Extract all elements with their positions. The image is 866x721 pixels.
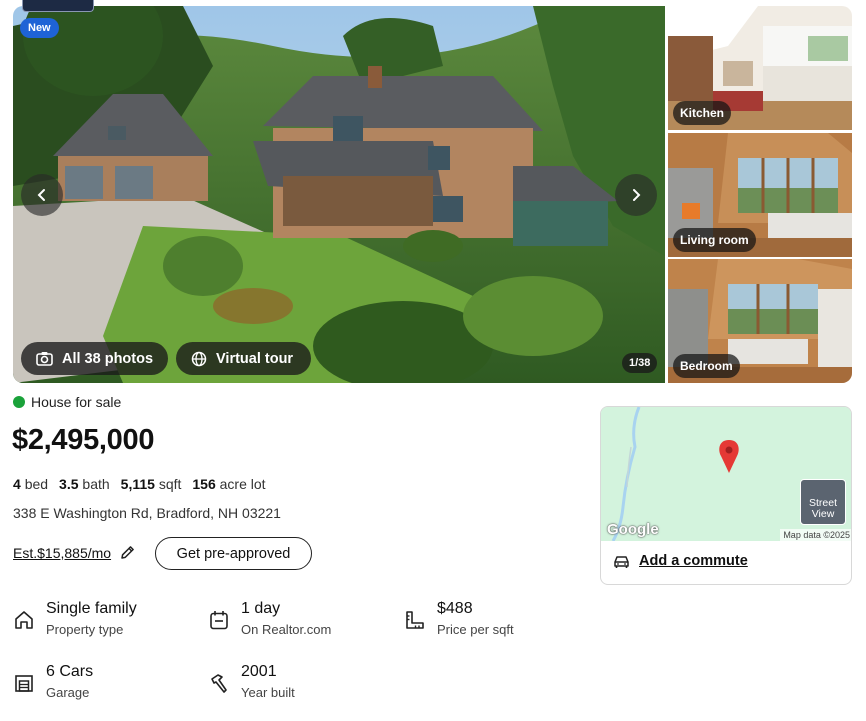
fact-value: 2001: [241, 663, 277, 680]
street-view-label: Street View: [808, 497, 837, 520]
baths-spec: 3.5 bath: [59, 476, 110, 492]
fact-value: Single family: [46, 600, 137, 617]
hammer-icon: [211, 674, 227, 693]
fact-price-per-sqft: $488 Price per sqft: [404, 599, 514, 638]
lot-value: 156: [192, 476, 216, 492]
brokerage-logo: [22, 0, 94, 12]
sqft-unit: sqft: [158, 476, 182, 492]
beds-value: 4: [13, 476, 21, 492]
thumbnail-label: Bedroom: [673, 354, 740, 378]
calendar-icon: [210, 611, 228, 630]
map-card: Street View Google Map data ©2025 Add a …: [600, 406, 852, 585]
street-view-button[interactable]: Street View: [800, 479, 846, 525]
listing-status: House for sale: [13, 394, 121, 410]
fact-label: Garage: [46, 685, 90, 700]
all-photos-button[interactable]: All 38 photos: [21, 342, 168, 375]
fact-label: Property type: [46, 622, 124, 637]
google-logo: Google: [607, 521, 659, 538]
thumbnail-label: Living room: [673, 228, 756, 252]
photo-gallery: New All 38 photos Virtual tour 1/38 Kitc…: [13, 0, 852, 383]
chevron-left-icon: [37, 189, 45, 201]
thumbnail-label: Kitchen: [673, 101, 732, 125]
beds-unit: bed: [24, 476, 49, 492]
fact-year-built: 2001 Year built: [208, 662, 295, 701]
map-attribution: Map data ©2025: [780, 529, 851, 541]
add-commute-link[interactable]: Add a commute: [613, 553, 748, 569]
previous-photo-button[interactable]: [21, 174, 63, 216]
monthly-estimate-link[interactable]: Est.$15,885/mo: [13, 545, 111, 561]
get-pre-approved-button[interactable]: Get pre-approved: [155, 537, 312, 570]
pencil-icon[interactable]: [119, 544, 136, 561]
lot-spec: 156 acre lot: [192, 476, 265, 492]
fact-property-type: Single family Property type: [13, 599, 137, 638]
sqft-value: 5,115: [120, 476, 155, 492]
sqft-spec: 5,115 sqft: [121, 476, 182, 492]
beds-spec: 4 bed: [13, 476, 48, 492]
listing-address: 338 E Washington Rd, Bradford, NH 03221: [13, 505, 281, 521]
virtual-tour-button[interactable]: Virtual tour: [176, 342, 311, 375]
status-dot-icon: [13, 396, 25, 408]
monthly-estimate: Est.$15,885/mo: [13, 544, 136, 561]
ruler-icon: [406, 611, 424, 629]
globe-icon: [191, 351, 207, 366]
fact-label: Price per sqft: [437, 622, 514, 637]
fact-value: $488: [437, 600, 473, 617]
house-icon: [15, 611, 33, 629]
lot-unit: acre lot: [219, 476, 266, 492]
thumbnail-living-room[interactable]: Living room: [668, 133, 852, 257]
map-view[interactable]: Street View Google Map data ©2025: [601, 407, 851, 541]
all-photos-label: All 38 photos: [62, 350, 154, 367]
fact-value: 1 day: [241, 600, 281, 617]
fact-days-on-market: 1 day On Realtor.com: [208, 599, 331, 638]
next-photo-button[interactable]: [615, 174, 657, 216]
chevron-right-icon: [633, 189, 641, 201]
camera-icon: [36, 352, 53, 366]
baths-value: 3.5: [59, 476, 79, 492]
new-badge: New: [20, 18, 59, 38]
car-icon: [614, 555, 629, 568]
add-commute-label: Add a commute: [639, 553, 748, 569]
main-photo[interactable]: [13, 6, 665, 383]
fact-garage: 6 Cars Garage: [13, 662, 93, 701]
fact-label: Year built: [241, 685, 295, 700]
house-exterior-image: [13, 6, 665, 383]
fact-label: On Realtor.com: [241, 622, 332, 637]
virtual-tour-label: Virtual tour: [216, 350, 294, 367]
thumbnail-bedroom[interactable]: Bedroom: [668, 259, 852, 383]
status-text: House for sale: [31, 394, 122, 410]
property-specs: 4 bed 3.5 bath 5,115 sqft 156 acre lot: [13, 476, 266, 492]
photo-counter: 1/38: [622, 353, 658, 373]
garage-icon: [15, 675, 33, 692]
listing-price: $2,495,000: [12, 424, 155, 456]
fact-value: 6 Cars: [46, 663, 94, 680]
thumbnail-kitchen[interactable]: Kitchen: [668, 6, 852, 130]
baths-unit: bath: [82, 476, 110, 492]
